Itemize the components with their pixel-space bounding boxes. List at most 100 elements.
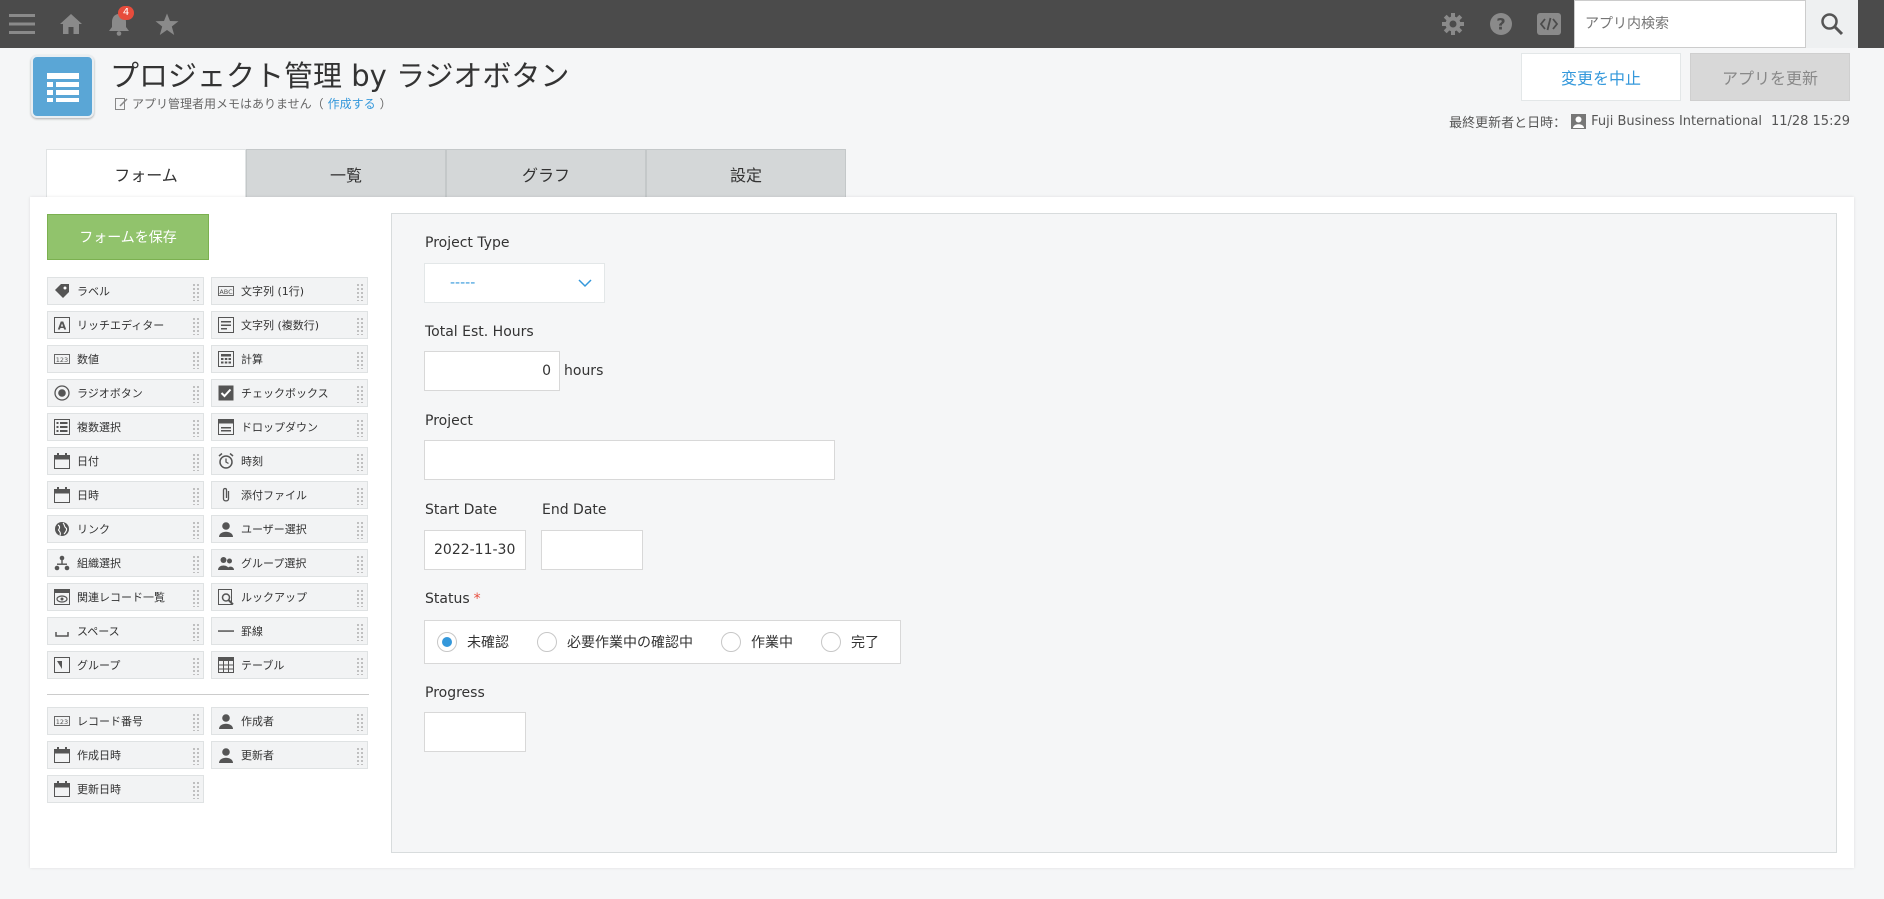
palette-item[interactable]: スペース [47,617,204,645]
memo-edit-icon [115,98,128,110]
drag-handle-icon[interactable] [356,657,364,675]
star-icon[interactable] [147,0,187,48]
search-icon [1821,13,1844,36]
drag-handle-icon[interactable] [356,283,364,301]
drag-handle-icon[interactable] [356,487,364,505]
palette-item-label: 文字列 (1行) [241,285,305,298]
palette-item[interactable]: ルックアップ [211,583,368,611]
palette-item[interactable]: ABC 文字列 (1行) [211,277,368,305]
drag-handle-icon[interactable] [192,657,200,675]
tab-graph[interactable]: グラフ [446,149,646,197]
palette-item[interactable]: テーブル [211,651,368,679]
drag-handle-icon[interactable] [356,713,364,731]
palette-item[interactable]: 文字列 (複数行) [211,311,368,339]
palette-item[interactable]: 複数選択 [47,413,204,441]
drag-handle-icon[interactable] [192,419,200,437]
drag-handle-icon[interactable] [192,623,200,641]
palette-item[interactable]: ドロップダウン [211,413,368,441]
user-icon [217,712,235,730]
palette-item[interactable]: チェックボックス [211,379,368,407]
drag-handle-icon[interactable] [192,747,200,765]
palette-item[interactable]: 日時 [47,481,204,509]
palette-item[interactable]: 123 数値 [47,345,204,373]
cancel-changes-button[interactable]: 変更を中止 [1521,53,1681,101]
project-input[interactable] [424,440,835,480]
drag-handle-icon[interactable] [192,317,200,335]
update-app-button[interactable]: アプリを更新 [1690,53,1850,101]
palette-item[interactable]: リンク [47,515,204,543]
palette-item[interactable]: 添付ファイル [211,481,368,509]
palette-item[interactable]: ラジオボタン [47,379,204,407]
tab-list[interactable]: 一覧 [246,149,446,197]
end-date-label: End Date [542,502,607,518]
create-memo-link[interactable]: 作成する [328,95,376,112]
line-icon [217,622,235,640]
palette-item-label: 作成日時 [77,749,121,762]
tab-settings[interactable]: 設定 [646,149,846,197]
save-form-button[interactable]: フォームを保存 [47,214,209,260]
drag-handle-icon[interactable] [192,453,200,471]
progress-input[interactable] [424,712,526,752]
drag-handle-icon[interactable] [356,385,364,403]
drag-handle-icon[interactable] [356,747,364,765]
gear-icon[interactable] [1433,0,1473,48]
last-updated-user[interactable]: Fuji Business International [1591,114,1762,129]
drag-handle-icon[interactable] [192,487,200,505]
palette-item[interactable]: 日付 [47,447,204,475]
drag-handle-icon[interactable] [192,351,200,369]
palette-item[interactable]: グループ [47,651,204,679]
palette-item[interactable]: A リッチエディター [47,311,204,339]
palette-item[interactable]: ラベル [47,277,204,305]
status-option-in-progress[interactable]: 作業中 [721,632,793,652]
code-icon[interactable] [1529,0,1569,48]
start-date-input[interactable]: 2022-11-30 [424,530,526,570]
number-icon: 123 [53,712,71,730]
drag-handle-icon[interactable] [192,283,200,301]
drag-handle-icon[interactable] [356,623,364,641]
status-radio-group: 未確認 必要作業中の確認中 作業中 完了 [424,620,901,664]
checkbox-icon [217,384,235,402]
status-option-done[interactable]: 完了 [821,632,879,652]
palette-item[interactable]: 更新者 [211,741,368,769]
palette-item[interactable]: グループ選択 [211,549,368,577]
start-date-label: Start Date [425,502,498,518]
lookup-icon [217,588,235,606]
palette-item[interactable]: 123 レコード番号 [47,707,204,735]
drag-handle-icon[interactable] [356,521,364,539]
status-option-unconfirmed[interactable]: 未確認 [437,632,509,652]
drag-handle-icon[interactable] [192,555,200,573]
search-button[interactable] [1806,0,1858,48]
drag-handle-icon[interactable] [192,521,200,539]
drag-handle-icon[interactable] [192,781,200,799]
home-icon[interactable] [51,0,91,48]
palette-item[interactable]: 作成者 [211,707,368,735]
help-icon[interactable]: ? [1481,0,1521,48]
drag-handle-icon[interactable] [356,555,364,573]
hours-input[interactable]: 0 [424,351,560,391]
drag-handle-icon[interactable] [192,589,200,607]
palette-item[interactable]: 作成日時 [47,741,204,769]
palette-item[interactable]: 組織選択 [47,549,204,577]
menu-icon[interactable] [2,0,42,48]
drag-handle-icon[interactable] [192,713,200,731]
palette-item-label: ドロップダウン [241,421,318,434]
drag-handle-icon[interactable] [356,419,364,437]
drag-handle-icon[interactable] [356,453,364,471]
drag-handle-icon[interactable] [356,317,364,335]
drag-handle-icon[interactable] [356,589,364,607]
drag-handle-icon[interactable] [356,351,364,369]
end-date-input[interactable] [541,530,643,570]
palette-item[interactable]: 更新日時 [47,775,204,803]
app-search-input[interactable] [1574,0,1806,48]
palette-item[interactable]: 計算 [211,345,368,373]
palette-item[interactable]: 関連レコード一覧 [47,583,204,611]
project-type-dropdown[interactable]: ----- [424,263,605,303]
palette-item[interactable]: 時刻 [211,447,368,475]
palette-item[interactable]: 罫線 [211,617,368,645]
drag-handle-icon[interactable] [192,385,200,403]
palette-item[interactable]: ユーザー選択 [211,515,368,543]
tab-form[interactable]: フォーム [46,149,246,198]
status-label: Status * [425,591,481,607]
status-option-checking[interactable]: 必要作業中の確認中 [537,632,693,652]
status-option-label: 完了 [851,635,879,651]
